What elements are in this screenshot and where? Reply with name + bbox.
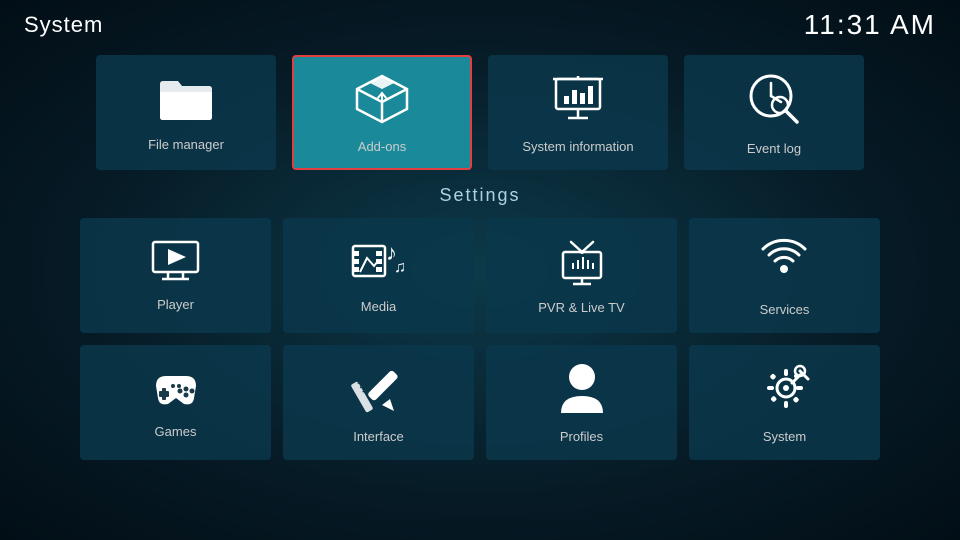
settings-title: Settings — [80, 185, 880, 206]
tile-file-manager[interactable]: File manager — [96, 55, 276, 170]
clock-search-icon — [745, 70, 803, 133]
monitor-play-icon — [148, 239, 203, 289]
top-row: File manager Add-ons — [80, 55, 880, 170]
wifi-broadcast-icon — [757, 234, 812, 294]
app-title: System — [24, 12, 103, 38]
tv-antenna-icon — [553, 237, 611, 292]
settings-grid: Player ♪ ♫ — [80, 218, 880, 460]
person-icon — [556, 361, 608, 421]
event-log-label: Event log — [747, 141, 801, 156]
pencil-tools-icon — [350, 361, 408, 421]
box-icon — [352, 71, 412, 131]
tile-profiles[interactable]: Profiles — [486, 345, 677, 460]
pvr-live-tv-label: PVR & Live TV — [538, 300, 624, 315]
tile-services[interactable]: Services — [689, 218, 880, 333]
file-manager-label: File manager — [148, 137, 224, 152]
tile-event-log[interactable]: Event log — [684, 55, 864, 170]
settings-section: Settings Player — [80, 185, 880, 460]
gamepad-icon — [146, 366, 206, 416]
tile-player[interactable]: Player — [80, 218, 271, 333]
header: System 11:31 AM — [0, 0, 960, 50]
tile-interface[interactable]: Interface — [283, 345, 474, 460]
tile-add-ons[interactable]: Add-ons — [292, 55, 472, 170]
tile-media[interactable]: ♪ ♫ Media — [283, 218, 474, 333]
system-settings-label: System — [763, 429, 806, 444]
tile-pvr-live-tv[interactable]: PVR & Live TV — [486, 218, 677, 333]
presentation-icon — [548, 71, 608, 131]
system-information-label: System information — [522, 139, 633, 154]
tile-games[interactable]: Games — [80, 345, 271, 460]
clock-display: 11:31 AM — [804, 9, 936, 41]
interface-label: Interface — [353, 429, 404, 444]
profiles-label: Profiles — [560, 429, 603, 444]
media-label: Media — [361, 299, 396, 314]
tile-system-information[interactable]: System information — [488, 55, 668, 170]
film-music-icon: ♪ ♫ — [350, 238, 408, 291]
services-label: Services — [760, 302, 810, 317]
tile-system[interactable]: System — [689, 345, 880, 460]
gear-wrench-icon — [756, 361, 814, 421]
svg-text:♫: ♫ — [394, 259, 406, 276]
add-ons-label: Add-ons — [358, 139, 406, 154]
player-label: Player — [157, 297, 194, 312]
folder-icon — [156, 74, 216, 129]
games-label: Games — [155, 424, 197, 439]
